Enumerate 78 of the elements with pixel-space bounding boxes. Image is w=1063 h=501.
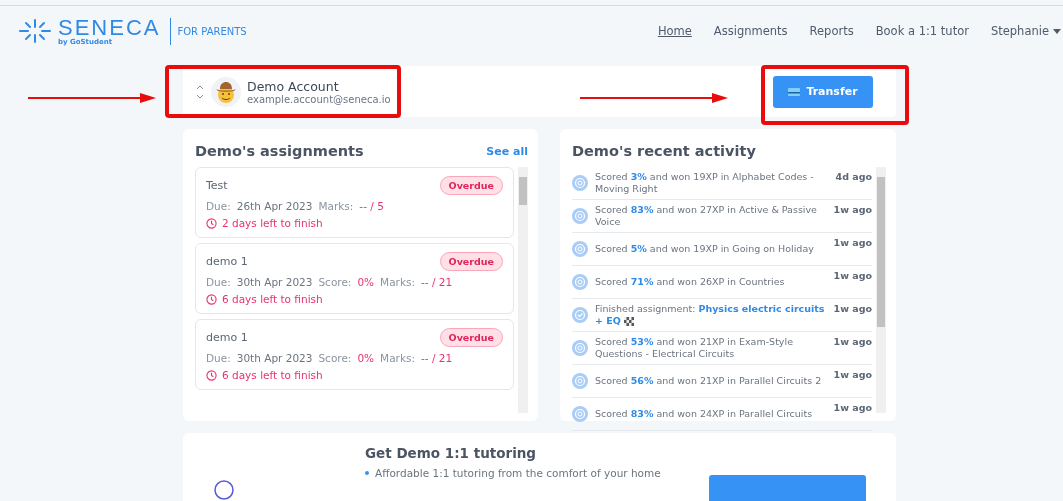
account-email: example.account@seneca.io <box>247 93 391 105</box>
meta-label: Score: <box>318 276 352 288</box>
checkered-flag-icon <box>623 317 634 326</box>
activity-time: 1w ago <box>833 335 872 347</box>
assignment-title: Test <box>206 179 228 192</box>
card-icon <box>788 87 801 96</box>
activity-time: 4d ago <box>835 170 872 182</box>
meta-value: 26th Apr 2023 <box>236 200 313 212</box>
activity-time: 1w ago <box>833 401 872 413</box>
nav-link[interactable]: Home <box>657 24 692 38</box>
check-icon <box>572 307 588 323</box>
status-badge: Overdue <box>439 252 503 271</box>
caret-icon <box>1053 28 1061 34</box>
meta-label: Due: <box>206 276 231 288</box>
target-icon <box>572 274 588 290</box>
meta-label: Score: <box>318 352 352 364</box>
activity-text: Scored 56% and won 21XP in Parallel Circuits 2 <box>595 375 823 387</box>
book-button[interactable] <box>709 475 866 501</box>
see-all-link[interactable]: See all <box>486 144 528 158</box>
target-icon <box>572 373 588 389</box>
scrollbar[interactable] <box>876 167 886 413</box>
assignment-card[interactable]: demo 1 Overdue Due: 30th Apr 2023 Score: 0% Marks: -- / 21 6 days left to finish <box>195 243 514 314</box>
panel-title: Demo's assignments <box>195 143 364 159</box>
logo-icon <box>18 19 52 43</box>
assignment-card[interactable]: Test Overdue Due: 26th Apr 2023 Marks: -- / 5 2 days left to finish <box>195 167 514 238</box>
meta-value: -- / 21 <box>421 276 453 288</box>
clock-icon <box>206 369 217 381</box>
meta-label: Marks: <box>318 200 354 212</box>
target-icon <box>572 340 588 356</box>
status-badge: Overdue <box>439 328 503 347</box>
target-icon <box>572 241 588 257</box>
target-icon <box>572 208 588 224</box>
assignment-card[interactable]: demo 1 Overdue Due: 30th Apr 2023 Score: 0% Marks: -- / 21 6 days left to finish <box>195 319 514 390</box>
activity-time: 1w ago <box>833 269 872 281</box>
meta-label: Marks: <box>380 352 415 364</box>
activity-text: Scored 3% and won 19XP in Alphabet Codes - Moving Right <box>595 171 815 195</box>
meta-value: 30th Apr 2023 <box>236 352 313 364</box>
target-icon <box>572 175 588 191</box>
time-remaining: 6 days left to finish <box>222 293 323 305</box>
activity-text: Finished assignment: Physics electric circuits + EQ <box>595 303 826 327</box>
nav-link[interactable]: Book a 1:1 tutor <box>875 24 969 38</box>
assignment-title: demo 1 <box>206 255 248 268</box>
activity-time: 1w ago <box>833 302 872 314</box>
meta-value: 0% <box>357 352 375 364</box>
activity-text: Scored 71% and won 26XP in Countries <box>595 276 786 288</box>
clock-icon <box>206 293 217 305</box>
activity-text: Scored 83% and won 27XP in Active & Passive Voice <box>595 204 818 228</box>
meta-label: Due: <box>206 200 231 212</box>
clock-icon <box>206 217 217 229</box>
bullet-text: Affordable 1:1 tutoring from the comfort of your home <box>375 467 661 479</box>
account-name: Demo Account <box>247 78 340 94</box>
brand-name: SENECA <box>58 16 161 39</box>
nav-link[interactable]: Assignments <box>713 24 788 38</box>
meta-value: 0% <box>357 276 375 288</box>
user-menu[interactable]: Stephanie <box>990 24 1063 38</box>
activity-text: Scored 5% and won 19XP in Going on Holiday <box>595 243 815 255</box>
nav-link[interactable]: Reports <box>809 24 854 38</box>
meta-value: 30th Apr 2023 <box>236 276 313 288</box>
tutor-logo-icon <box>213 479 235 501</box>
time-remaining: 6 days left to finish <box>222 369 323 381</box>
meta-label: Marks: <box>380 276 415 288</box>
meta-label: Due: <box>206 352 231 364</box>
time-remaining: 2 days left to finish <box>222 217 323 229</box>
avatar-icon <box>211 76 241 107</box>
scrollbar[interactable] <box>518 167 528 413</box>
panel-title: Demo's recent activity <box>572 143 756 159</box>
tutoring-title: Get Demo 1:1 tutoring <box>365 445 538 461</box>
activity-time: 1w ago <box>833 203 872 215</box>
status-badge: Overdue <box>439 176 503 195</box>
bullet-dot-icon <box>365 471 369 475</box>
section-label: FOR PARENTS <box>170 17 247 45</box>
assignment-title: demo 1 <box>206 331 248 344</box>
activity-time: 1w ago <box>833 236 872 248</box>
meta-value: -- / 21 <box>421 352 453 364</box>
meta-value: -- / 5 <box>359 200 384 212</box>
activity-text: Scored 83% and won 24XP in Parallel Circuits <box>595 408 814 420</box>
activity-time: 1w ago <box>833 368 872 380</box>
activity-text: Scored 53% and won 21XP in Exam-Style Questions - Electrical Circuits <box>595 336 794 360</box>
